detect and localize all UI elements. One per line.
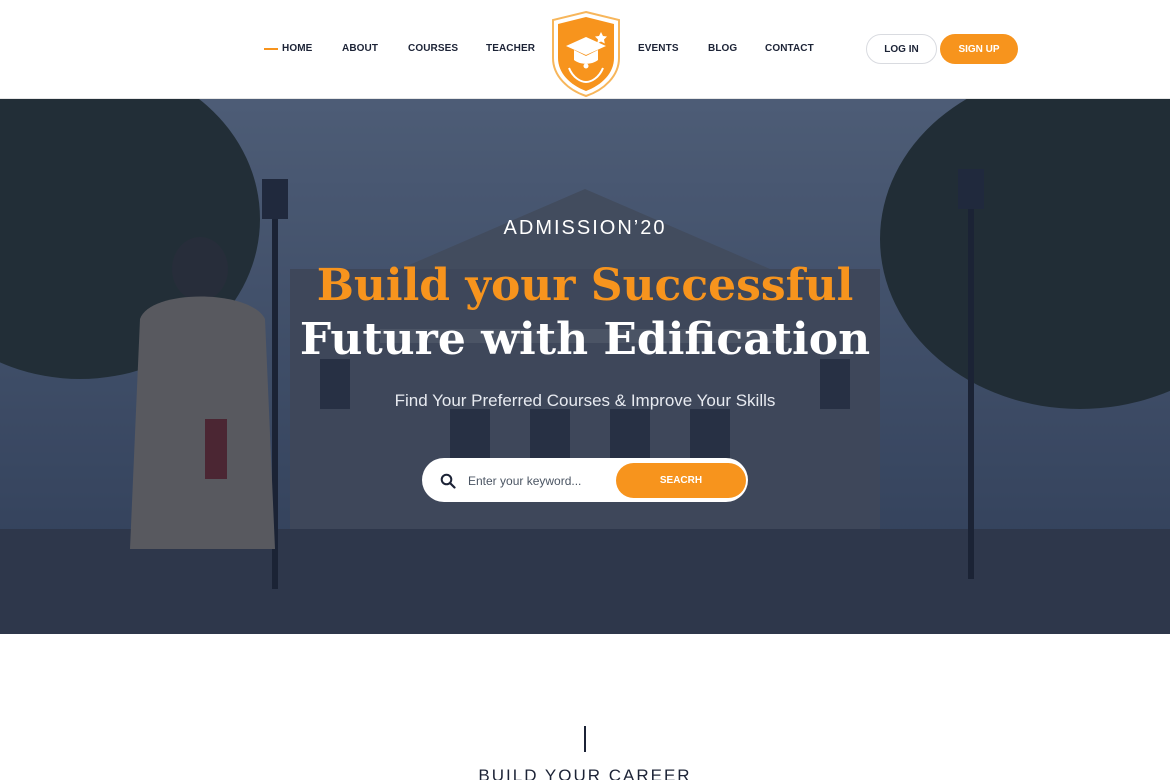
search-button[interactable]: SEACRH <box>616 463 746 498</box>
nav-about[interactable]: ABOUT <box>342 43 378 54</box>
nav-events[interactable]: EVENTS <box>638 43 679 54</box>
search-bar: SEACRH <box>422 458 748 502</box>
signup-button[interactable]: SIGN UP <box>940 34 1018 64</box>
site-header: HOME ABOUT COURSES TEACHER EVENTS BLOG C… <box>0 0 1170 99</box>
section-divider <box>584 726 586 752</box>
nav-courses[interactable]: COURSES <box>408 43 458 54</box>
hero-kicker: ADMISSION’20 <box>503 217 667 239</box>
hero-title-line-2: Future with Edification <box>299 314 871 365</box>
hero-title: Build your Successful Future with Edific… <box>0 259 1170 367</box>
nav-contact[interactable]: CONTACT <box>765 43 814 54</box>
search-input[interactable] <box>468 470 618 492</box>
login-button[interactable]: LOG IN <box>866 34 937 64</box>
site-logo[interactable] <box>549 10 623 98</box>
graduation-shield-icon <box>552 10 620 98</box>
hero-title-line-1: Build your Successful <box>316 260 854 311</box>
nav-teacher[interactable]: TEACHER <box>486 43 535 54</box>
hero-subtitle: Find Your Preferred Courses & Improve Yo… <box>394 391 776 410</box>
section-kicker: BUILD YOUR CAREER <box>478 766 692 780</box>
hero-section: ADMISSION’20 Build your Successful Futur… <box>0 99 1170 634</box>
nav-blog[interactable]: BLOG <box>708 43 737 54</box>
search-icon <box>440 473 456 489</box>
nav-home[interactable]: HOME <box>263 43 312 54</box>
